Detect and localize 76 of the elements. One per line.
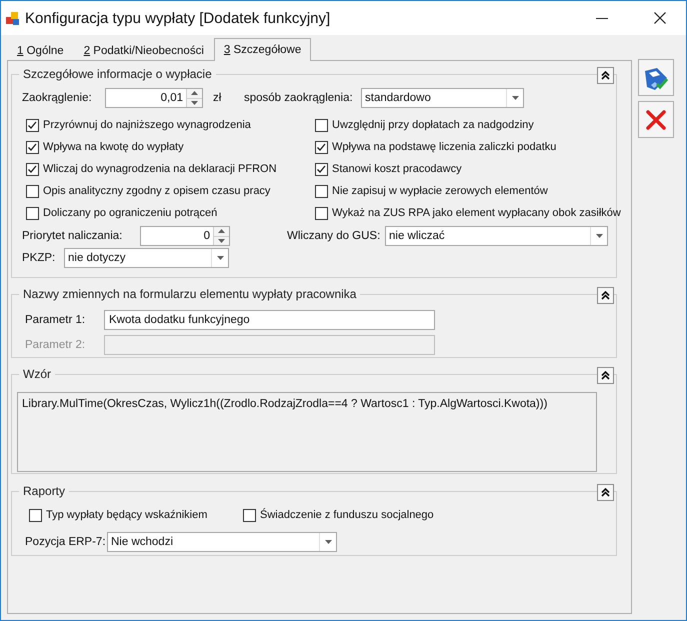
cross-icon: [645, 108, 667, 130]
close-icon[interactable]: [654, 12, 666, 24]
checkbox-label: Wykaż na ZUS RPA jako element wypłacany obok zasiłków: [332, 207, 621, 219]
checkbox-label: Doliczany po ograniczeniu potrąceń: [43, 207, 218, 219]
dropdown[interactable]: Nie wchodzi: [107, 532, 337, 552]
checkbox[interactable]: [26, 140, 39, 154]
unit-label: zł: [213, 92, 222, 104]
spin-up-button[interactable]: [214, 227, 229, 236]
window-title: Konfiguracja typu wypłaty [Dodatek funkcyjny]: [25, 10, 330, 26]
section-title: Raporty: [19, 484, 70, 499]
double-chevron-up-icon: [601, 488, 610, 497]
collapse-button[interactable]: [597, 484, 614, 501]
checkbox-label: Nie zapisuj w wypłacie zerowych elementów: [332, 185, 548, 197]
section-title: Szczegółowe informacje o wypłacie: [19, 67, 216, 82]
number-field[interactable]: 0: [140, 226, 230, 246]
collapse-button[interactable]: [597, 367, 614, 384]
checkmark-icon: [27, 142, 38, 152]
checkbox-label: Przyrównuj do najniższego wynagrodzenia: [43, 119, 251, 131]
checkbox-label: Stanowi koszt pracodawcy: [332, 163, 462, 175]
collapse-button[interactable]: [597, 67, 614, 84]
collapse-button[interactable]: [597, 287, 614, 304]
checkmark-icon: [316, 164, 327, 174]
field-label: Parametr 2:: [25, 339, 86, 351]
caret-down-icon: [324, 540, 332, 544]
tab[interactable]: 2 Podatki/Nieobecności: [74, 40, 214, 60]
dropdown[interactable]: standardowo: [361, 88, 524, 108]
triangle-up-icon: [191, 91, 198, 96]
caret-down-icon: [216, 256, 224, 260]
checkbox[interactable]: [26, 118, 39, 132]
field-label: PKZP:: [22, 252, 56, 264]
checkbox[interactable]: [315, 162, 328, 176]
cancel-button[interactable]: [638, 101, 674, 138]
dropdown[interactable]: nie dotyczy: [64, 248, 229, 268]
field-label: Zaokrąglenie:: [22, 92, 93, 104]
checkbox-label: Wpływa na kwotę do wypłaty: [43, 141, 184, 153]
double-chevron-up-icon: [601, 71, 610, 80]
number-field[interactable]: 0,01: [105, 88, 203, 108]
field-label: Pozycja ERP-7:: [25, 536, 107, 548]
double-chevron-up-icon: [601, 291, 610, 300]
checkbox[interactable]: [315, 206, 328, 220]
app-icon: [6, 12, 19, 24]
triangle-down-icon: [191, 100, 198, 105]
checkmark-icon: [27, 120, 38, 130]
checkbox[interactable]: [315, 184, 328, 198]
checkbox[interactable]: [29, 508, 42, 522]
checkbox[interactable]: [243, 508, 256, 522]
checkbox-label: Typ wypłaty będący wskaźnikiem: [46, 509, 208, 521]
section-title: Nazwy zmiennych na formularzu elementu wypłaty pracownika: [19, 287, 360, 302]
double-chevron-up-icon: [601, 371, 610, 380]
triangle-down-icon: [218, 238, 225, 243]
checkbox[interactable]: [26, 184, 39, 198]
text-field[interactable]: Kwota dodatku funkcyjnego: [104, 310, 435, 330]
spin-up-button[interactable]: [187, 89, 202, 98]
field-label: Parametr 1:: [25, 314, 86, 326]
dropdown[interactable]: nie wliczać: [385, 226, 608, 246]
field-label: Priorytet naliczania:: [22, 230, 124, 242]
caret-down-icon: [512, 96, 518, 100]
checkbox[interactable]: [26, 206, 39, 220]
checkbox-label: Świadczenie z funduszu socjalnego: [260, 509, 434, 521]
save-button[interactable]: [638, 59, 674, 96]
tab[interactable]: 1 Ogólne: [7, 40, 74, 60]
triangle-up-icon: [218, 229, 225, 234]
checkbox[interactable]: [315, 140, 328, 154]
checkmark-icon: [27, 164, 38, 174]
caret-down-icon: [596, 234, 602, 238]
checkbox-label: Opis analityczny zgodny z opisem czasu pracy: [43, 185, 270, 197]
checkbox-label: Wpływa na podstawę liczenia zaliczki podatku: [332, 141, 556, 153]
checkbox[interactable]: [315, 118, 328, 132]
checkbox-label: Uwzględnij przy dopłatach za nadgodziny: [332, 119, 534, 131]
tab[interactable]: 3 Szczegółowe: [214, 38, 312, 61]
checkbox[interactable]: [26, 162, 39, 176]
field-label: sposób zaokrąglenia:: [244, 92, 354, 104]
checkbox-label: Wliczaj do wynagrodzenia na deklaracji PFRON: [43, 163, 277, 175]
checkmark-icon: [316, 142, 327, 152]
formula-field[interactable]: Library.MulTime(OkresCzas, Wylicz1h((Zrodlo.RodzajZrodla==4 ? Wartosc1 : Typ.AlgWartosci.Kwota))): [17, 392, 597, 472]
field-label: Wliczany do GUS:: [287, 230, 382, 242]
